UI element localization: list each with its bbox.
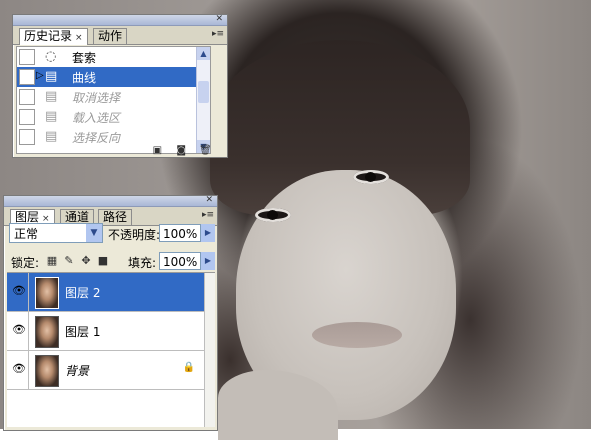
history-panel: ✕ 历史记录 × 动作 ▸≡ ◌ 套索 ▷ ▤ 曲线 ▤ 取消选择 ▤ 载入选区…: [12, 14, 228, 158]
fill-slider-arrow-icon[interactable]: ▶: [201, 252, 215, 270]
fill-label: 填充:: [128, 256, 157, 270]
tab-channels-label: 通道: [65, 210, 90, 224]
layer-thumbnail: [35, 277, 59, 309]
layer-lock-icon: 🔒: [182, 362, 195, 373]
layer-name: 图层 1: [65, 325, 101, 339]
history-source-checkbox[interactable]: [19, 49, 35, 65]
opacity-input[interactable]: 100%: [159, 224, 201, 242]
history-panel-titlebar[interactable]: ✕: [13, 13, 227, 26]
opacity-label: 不透明度:: [108, 228, 161, 242]
photo-lips: [312, 322, 402, 348]
lock-position-icon[interactable]: ✥: [80, 255, 92, 267]
blend-mode-select[interactable]: 正常 ▼: [9, 223, 103, 243]
history-scrollbar[interactable]: ▲ ▼: [196, 47, 210, 153]
history-item-lasso[interactable]: ◌ 套索: [17, 47, 210, 67]
trash-icon[interactable]: 🗑: [199, 145, 212, 157]
divider: [28, 351, 29, 389]
history-item-deselect[interactable]: ▤ 取消选择: [17, 87, 210, 107]
lock-transparent-pixels-icon[interactable]: ▦: [46, 255, 58, 267]
eye-visibility-icon[interactable]: 👁: [12, 324, 26, 336]
lock-image-pixels-icon[interactable]: ✎: [63, 255, 75, 267]
history-source-checkbox[interactable]: [19, 109, 35, 125]
history-source-checkbox[interactable]: [19, 129, 35, 145]
tab-layers-label: 图层: [15, 210, 40, 224]
tab-paths-label: 路径: [103, 210, 128, 224]
layer-row-layer1[interactable]: 👁 图层 1: [7, 312, 205, 351]
history-item-label: 套索: [72, 51, 97, 65]
layer-row-layer2[interactable]: 👁 图层 2: [7, 273, 205, 312]
eye-visibility-icon[interactable]: 👁: [12, 363, 26, 375]
scroll-up-icon[interactable]: ▲: [197, 47, 210, 60]
history-item-label: 载入选区: [72, 111, 121, 125]
blend-mode-value: 正常: [14, 227, 39, 241]
history-source-checkbox[interactable]: [19, 69, 35, 85]
panel-close-icon[interactable]: ✕: [215, 13, 223, 25]
history-footer: ▣ ◙ 🗑: [143, 142, 212, 157]
layers-list: 👁 图层 2 👁 图层 1 👁 背景 🔒: [7, 272, 215, 427]
tab-actions-label: 动作: [98, 29, 123, 43]
history-item-label: 选择反向: [72, 131, 121, 145]
opacity-value: 100%: [163, 227, 198, 241]
eye-visibility-icon[interactable]: 👁: [12, 285, 26, 297]
history-item-curves[interactable]: ▷ ▤ 曲线: [17, 67, 210, 87]
layer-name: 背景: [65, 364, 90, 378]
history-state-pointer-icon[interactable]: ▷: [36, 70, 44, 81]
layer-thumbnail: [35, 316, 59, 348]
lock-all-icon[interactable]: ■: [97, 255, 109, 267]
layer-name: 图层 2: [65, 286, 101, 300]
lock-label: 锁定:: [11, 256, 40, 270]
history-source-checkbox[interactable]: [19, 89, 35, 105]
divider: [28, 273, 29, 311]
history-list: ◌ 套索 ▷ ▤ 曲线 ▤ 取消选择 ▤ 载入选区 ▤ 选择反向 ▲ ▼: [16, 46, 211, 154]
history-item-load-selection[interactable]: ▤ 载入选区: [17, 107, 210, 127]
history-state-icon: ▤: [45, 89, 58, 104]
tab-actions[interactable]: 动作: [93, 28, 128, 44]
new-document-from-state-icon[interactable]: ▣: [151, 145, 163, 157]
panel-menu-icon[interactable]: ▸≡: [212, 29, 224, 39]
fill-value: 100%: [163, 255, 198, 269]
opacity-slider-arrow-icon[interactable]: ▶: [201, 224, 215, 242]
lasso-icon: ◌: [45, 49, 57, 64]
photo-right-eye: [353, 170, 389, 184]
scroll-thumb[interactable]: [198, 81, 209, 103]
chevron-down-icon[interactable]: ▼: [86, 224, 102, 242]
layers-panel: ✕ 图层 × 通道 路径 ▸≡ 正常 ▼ 不透明度: 100% ▶ 锁定: ▦ ✎…: [3, 195, 218, 431]
fill-input[interactable]: 100%: [159, 252, 201, 270]
layers-panel-titlebar[interactable]: ✕: [4, 194, 217, 207]
history-item-label: 曲线: [72, 71, 97, 85]
panel-menu-icon[interactable]: ▸≡: [202, 210, 214, 220]
blend-opacity-row: 正常 ▼ 不透明度: 100% ▶: [7, 223, 215, 245]
layer-thumbnail: [35, 355, 59, 387]
tab-history[interactable]: 历史记录 ×: [19, 28, 88, 45]
history-panel-tabs: 历史记录 × 动作 ▸≡: [13, 26, 227, 45]
history-state-icon: ▤: [45, 129, 58, 144]
tab-history-label: 历史记录: [24, 29, 73, 43]
history-state-icon: ▤: [45, 109, 58, 124]
history-item-label: 取消选择: [72, 91, 121, 105]
snapshot-camera-icon[interactable]: ◙: [175, 145, 187, 157]
panel-close-icon[interactable]: ✕: [205, 194, 213, 206]
layers-scrollbar[interactable]: [204, 273, 215, 427]
history-state-icon: ▤: [45, 69, 58, 84]
tab-close-icon[interactable]: ×: [75, 33, 83, 43]
photo-left-eye: [255, 208, 291, 222]
divider: [28, 312, 29, 350]
layer-row-background[interactable]: 👁 背景 🔒: [7, 351, 205, 390]
